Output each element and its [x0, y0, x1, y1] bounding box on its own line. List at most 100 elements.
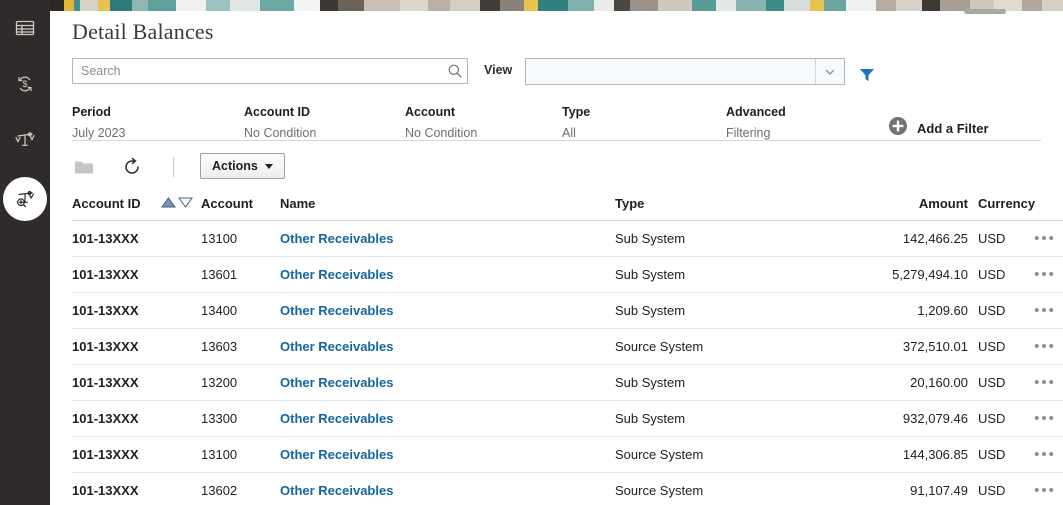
table-row[interactable]: 101-13XXX 13300 Other Receivables Sub Sy…	[72, 401, 1063, 437]
cell-account: 13300	[201, 411, 238, 426]
account-name-link[interactable]: Other Receivables	[280, 231, 393, 246]
sidebar-item-trial-balance[interactable]	[3, 118, 47, 162]
detail-balances-table: Account ID Account Name Type Amount Curr…	[72, 193, 1063, 505]
svg-text:$: $	[22, 79, 27, 89]
cell-account: 13603	[201, 339, 238, 354]
add-filter-label: Add a Filter	[917, 121, 989, 136]
view-label: View	[484, 63, 513, 77]
filter-account-value: No Condition	[405, 126, 478, 140]
cell-type: Source System	[615, 483, 704, 498]
cell-type: Source System	[615, 339, 704, 354]
table-row[interactable]: 101-13XXX 13603 Other Receivables Source…	[72, 329, 1063, 365]
filter-account-id[interactable]: Account ID No Condition	[244, 105, 316, 140]
cell-amount: 144,306.85	[902, 447, 968, 462]
cell-account: 13400	[201, 303, 238, 318]
cell-type: Sub System	[615, 231, 686, 246]
cell-name: Other Receivables	[280, 437, 610, 472]
row-overflow-menu-icon[interactable]: •••	[1027, 365, 1063, 400]
row-overflow-menu-icon[interactable]: •••	[1027, 437, 1063, 472]
sidebar-item-journals[interactable]	[3, 6, 47, 50]
table-row[interactable]: 101-13XXX 13100 Other Receivables Sub Sy…	[72, 221, 1063, 257]
cell-name: Other Receivables	[280, 473, 610, 505]
account-name-link[interactable]: Other Receivables	[280, 447, 393, 462]
account-name-link[interactable]: Other Receivables	[280, 483, 393, 498]
sort-ascending-icon[interactable]	[161, 196, 176, 212]
view-select[interactable]	[525, 58, 845, 85]
filter-advanced[interactable]: Advanced Filtering	[726, 105, 786, 140]
table-row[interactable]: 101-13XXX 13400 Other Receivables Sub Sy…	[72, 293, 1063, 329]
cell-account-id: 101-13XXX	[72, 303, 139, 318]
cell-account-id: 101-13XXX	[72, 339, 139, 354]
circle-plus-icon	[888, 116, 908, 141]
row-overflow-menu-icon[interactable]: •••	[1027, 257, 1063, 292]
cell-account-id: 101-13XXX	[72, 375, 139, 390]
account-name-link[interactable]: Other Receivables	[280, 411, 393, 426]
cell-account-id: 101-13XXX	[72, 483, 139, 498]
cell-type: Sub System	[615, 375, 686, 390]
sidebar-nav-rail: $	[0, 0, 50, 505]
journals-icon	[14, 17, 36, 39]
table-header-row: Account ID Account Name Type Amount Curr…	[72, 193, 1063, 221]
sidebar-item-currency-rates[interactable]: $	[3, 62, 47, 106]
cell-type: Sub System	[615, 411, 686, 426]
column-header-account[interactable]: Account	[201, 193, 281, 220]
search-icon[interactable]	[447, 63, 463, 79]
filter-advanced-value: Filtering	[726, 126, 771, 140]
cell-account-id: 101-13XXX	[72, 411, 139, 426]
account-name-link[interactable]: Other Receivables	[280, 375, 393, 390]
sidebar-item-inquire-balances[interactable]	[3, 177, 47, 221]
row-overflow-menu-icon[interactable]: •••	[1027, 221, 1063, 256]
page-title: Detail Balances	[72, 19, 214, 44]
column-header-name[interactable]: Name	[280, 193, 610, 220]
filter-account[interactable]: Account No Condition	[405, 105, 477, 140]
cell-name: Other Receivables	[280, 221, 610, 256]
table-row[interactable]: 101-13XXX 13602 Other Receivables Source…	[72, 473, 1063, 505]
cell-amount: 372,510.01	[902, 339, 968, 354]
cell-amount: 1,209.60	[917, 303, 968, 318]
filter-period-title: Period	[72, 105, 111, 119]
account-name-link[interactable]: Other Receivables	[280, 303, 393, 318]
table-row[interactable]: 101-13XXX 13601 Other Receivables Sub Sy…	[72, 257, 1063, 293]
toolbar-divider	[173, 157, 174, 177]
cell-amount: 932,079.46	[902, 411, 968, 426]
column-header-amount[interactable]: Amount	[772, 193, 968, 220]
add-filter-button[interactable]: Add a Filter	[888, 116, 989, 141]
row-overflow-menu-icon[interactable]: •••	[1027, 329, 1063, 364]
decorative-banner	[50, 0, 1063, 11]
sort-toggle-account-id[interactable]	[161, 193, 201, 220]
table-row[interactable]: 101-13XXX 13100 Other Receivables Source…	[72, 437, 1063, 473]
search-box[interactable]	[72, 58, 468, 84]
refresh-icon[interactable]	[120, 155, 144, 179]
cell-amount: 142,466.25	[902, 231, 968, 246]
cell-name: Other Receivables	[280, 257, 610, 292]
row-overflow-menu-icon[interactable]: •••	[1027, 401, 1063, 436]
search-input[interactable]	[73, 59, 443, 83]
actions-button[interactable]: Actions	[200, 153, 285, 179]
filter-account-id-value: No Condition	[244, 126, 317, 140]
filter-period[interactable]: Period July 2023	[72, 105, 126, 140]
filter-period-value: July 2023	[72, 126, 126, 140]
account-name-link[interactable]: Other Receivables	[280, 339, 393, 354]
sort-descending-icon[interactable]	[178, 196, 193, 212]
cell-account-id: 101-13XXX	[72, 267, 139, 282]
table-row[interactable]: 101-13XXX 13200 Other Receivables Sub Sy…	[72, 365, 1063, 401]
account-name-link[interactable]: Other Receivables	[280, 267, 393, 282]
row-overflow-menu-icon[interactable]: •••	[1027, 473, 1063, 505]
cell-type: Sub System	[615, 267, 686, 282]
cell-account: 13200	[201, 375, 238, 390]
filter-account-title: Account	[405, 105, 455, 119]
row-overflow-menu-icon[interactable]: •••	[1027, 293, 1063, 328]
application-window: $ Detail Balances Search View Period Jul…	[0, 0, 1063, 505]
cell-name: Other Receivables	[280, 401, 610, 436]
chevron-down-icon[interactable]	[815, 59, 844, 84]
cell-account-id: 101-13XXX	[72, 231, 139, 246]
folder-icon[interactable]	[72, 155, 96, 179]
cell-account-id: 101-13XXX	[72, 447, 139, 462]
filter-type[interactable]: Type All	[562, 105, 590, 140]
balance-scale-icon	[13, 128, 37, 152]
funnel-icon[interactable]	[858, 66, 876, 84]
cell-amount: 91,107.49	[910, 483, 968, 498]
window-drag-handle[interactable]	[964, 9, 1006, 14]
actions-button-label: Actions	[212, 159, 258, 173]
column-header-type[interactable]: Type	[615, 193, 775, 220]
